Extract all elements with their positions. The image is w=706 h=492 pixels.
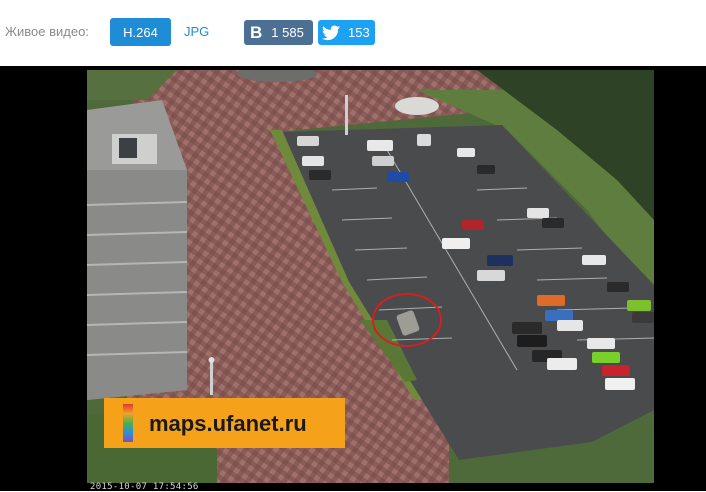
twitter-share-button[interactable]: 153 [318,20,375,45]
twitter-share-count: 153 [348,25,370,40]
video-player[interactable]: maps.ufanet.ru [0,66,706,491]
player-toolbar: Живое видео: H.264 JPG B 1 585 153 [0,0,706,66]
twitter-bird-icon [322,25,340,40]
vk-share-count: 1 585 [271,25,304,40]
camera-frame: maps.ufanet.ru [87,70,654,483]
vk-share-button[interactable]: B 1 585 [244,20,313,45]
h264-format-button[interactable]: H.264 [110,18,171,46]
watermark-badge: maps.ufanet.ru [104,398,345,448]
live-video-label: Живое видео: [5,24,89,39]
jpg-format-link[interactable]: JPG [184,24,209,39]
watermark-text: maps.ufanet.ru [149,411,307,436]
camera-feed[interactable]: maps.ufanet.ru [87,70,654,483]
vk-icon: B [250,22,263,42]
